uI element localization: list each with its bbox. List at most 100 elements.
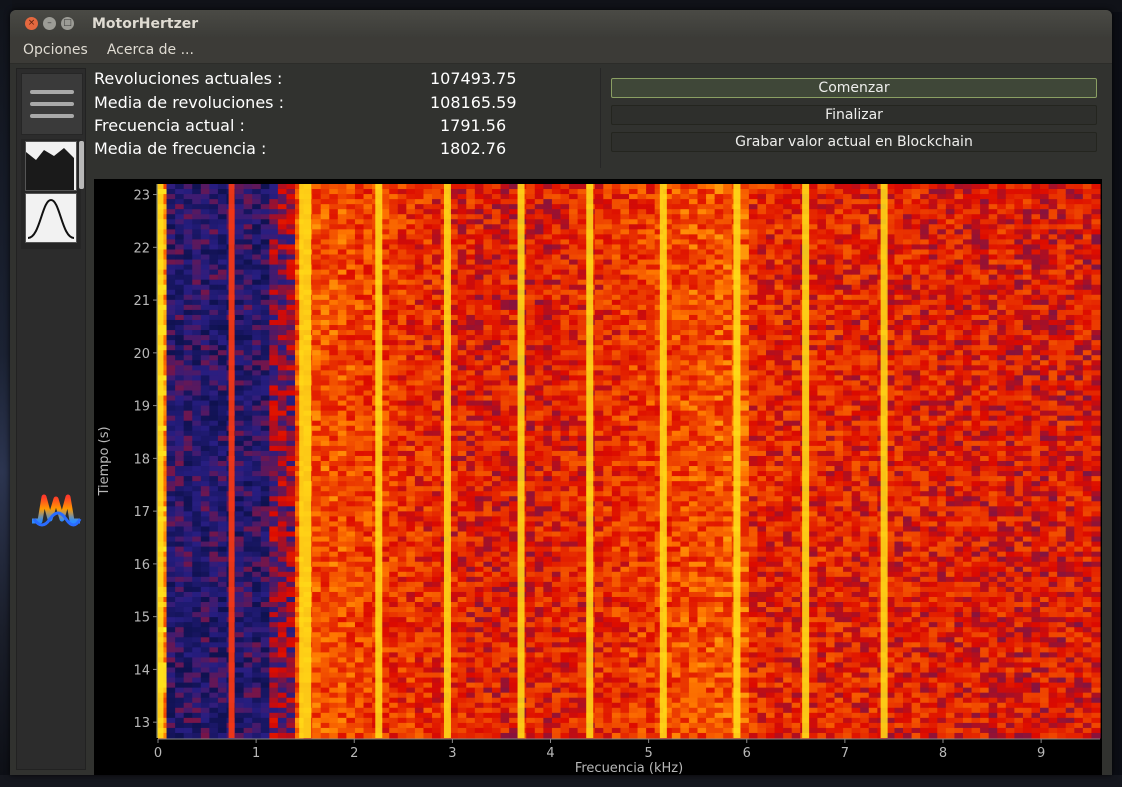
- heatmap-cell: [466, 229, 476, 235]
- heatmap-cell: [500, 189, 510, 195]
- heatmap-cell: [192, 309, 202, 316]
- heatmap-cell: [286, 385, 296, 392]
- menu-acerca-de[interactable]: Acerca de ...: [107, 42, 194, 58]
- heatmap-cell: [526, 727, 536, 734]
- heatmap-cell: [286, 607, 296, 613]
- close-window-button[interactable]: ×: [25, 17, 38, 30]
- heatmap-cell: [491, 330, 502, 336]
- heatmap-cell: [269, 647, 279, 653]
- heatmap-cell: [286, 576, 296, 583]
- heatmap-cell: [397, 189, 407, 195]
- heatmap-cell: [286, 400, 296, 407]
- heatmap-cell: [200, 511, 210, 517]
- heatmap-cell: [466, 445, 476, 452]
- heatmap-cell: [423, 249, 433, 256]
- title-bar[interactable]: × – □ MotorHertzer: [10, 10, 1112, 37]
- distribution-view-button[interactable]: [25, 193, 77, 243]
- heatmap-cell: [286, 304, 296, 311]
- heatmap-cell: [260, 350, 270, 356]
- heatmap-cell: [423, 466, 433, 472]
- finish-button[interactable]: Finalizar: [611, 105, 1097, 125]
- heatmap-cell: [414, 254, 425, 261]
- heatmap-cell: [457, 259, 467, 266]
- heatmap-cell: [509, 591, 519, 598]
- heatmap-cell: [423, 345, 433, 351]
- heatmap-cell: [363, 445, 373, 452]
- heatmap-cell: [491, 314, 502, 321]
- heatmap-cell: [252, 491, 262, 497]
- heatmap-cell: [183, 365, 193, 371]
- heatmap-cell: [209, 677, 219, 684]
- heatmap-cell: [166, 521, 176, 528]
- heatmap-cell: [406, 345, 416, 351]
- heatmap-cell: [474, 345, 485, 351]
- heatmap-cell: [269, 727, 279, 734]
- heatmap-cell: [243, 229, 253, 235]
- heatmap-cell: [457, 692, 467, 699]
- menu-toggle-button[interactable]: [21, 73, 83, 135]
- heatmap-cell: [432, 254, 442, 261]
- heatmap-cell: [363, 612, 373, 618]
- heatmap-cell: [235, 682, 245, 689]
- heatmap-cell: [509, 602, 519, 608]
- heatmap-cell: [389, 571, 399, 578]
- heatmap-cell: [209, 632, 219, 638]
- heatmap-cell: [252, 637, 262, 643]
- heatmap-cell: [491, 712, 502, 719]
- minimize-window-button[interactable]: –: [43, 17, 56, 30]
- heatmap-cell: [483, 224, 493, 230]
- heatmap-cell: [491, 732, 502, 739]
- heatmap-cell: [320, 516, 330, 523]
- heatmap-cell: [166, 591, 176, 598]
- heatmap-cell: [277, 662, 288, 669]
- heatmap-cell: [509, 194, 519, 200]
- heatmap-cell: [217, 602, 228, 608]
- heatmap-cell: [526, 350, 536, 356]
- heatmap-cell: [269, 566, 279, 573]
- heatmap-cell: [175, 632, 185, 638]
- heatmap-cell: [491, 466, 502, 472]
- record-blockchain-button[interactable]: Grabar valor actual en Blockchain: [611, 132, 1097, 152]
- heatmap-cell: [269, 461, 279, 467]
- heatmap-cell: [389, 546, 399, 553]
- heatmap-cell: [354, 612, 365, 618]
- heatmap-cell: [423, 722, 433, 729]
- heatmap-cell: [483, 556, 493, 563]
- heatmap-cell: [243, 440, 253, 447]
- heatmap-cell: [183, 325, 193, 331]
- maximize-window-button[interactable]: □: [61, 17, 74, 30]
- heatmap-cell: [192, 299, 202, 306]
- heatmap-cell: [217, 672, 228, 679]
- start-button[interactable]: Comenzar: [611, 78, 1097, 98]
- heatmap-cell: [457, 526, 467, 533]
- heatmap-cell: [243, 697, 253, 704]
- heatmap-cell: [509, 466, 519, 472]
- heatmap-cell: [260, 199, 270, 205]
- menu-opciones[interactable]: Opciones: [23, 42, 88, 58]
- heatmap-cell: [235, 586, 245, 593]
- heatmap-cell: [312, 390, 322, 397]
- heatmap-cell: [217, 440, 228, 447]
- heatmap-cell: [457, 682, 467, 689]
- heatmap-cell: [175, 254, 185, 261]
- heatmap-cell: [200, 450, 210, 457]
- heatmap-cell: [457, 435, 467, 442]
- heatmap-cell: [286, 410, 296, 417]
- toolbar-scrollbar[interactable]: [79, 141, 84, 189]
- spectrum-view-button[interactable]: [25, 141, 77, 191]
- heatmap-cell: [483, 259, 493, 266]
- heatmap-cell: [534, 491, 544, 497]
- heatmap-cell: [312, 299, 322, 306]
- heatmap-cell: [320, 229, 330, 235]
- heatmap-cell: [329, 511, 339, 517]
- heatmap-cell: [337, 234, 347, 240]
- heatmap-cell: [389, 622, 399, 628]
- heatmap-cell: [474, 717, 485, 724]
- heatmap-cell: [277, 304, 288, 311]
- heatmap-cell: [432, 360, 442, 366]
- heatmap-cell: [432, 667, 442, 674]
- heatmap-cell: [432, 536, 442, 543]
- heatmap-cell: [466, 340, 476, 346]
- heatmap-cell: [414, 662, 425, 669]
- heatmap-cell: [406, 314, 416, 321]
